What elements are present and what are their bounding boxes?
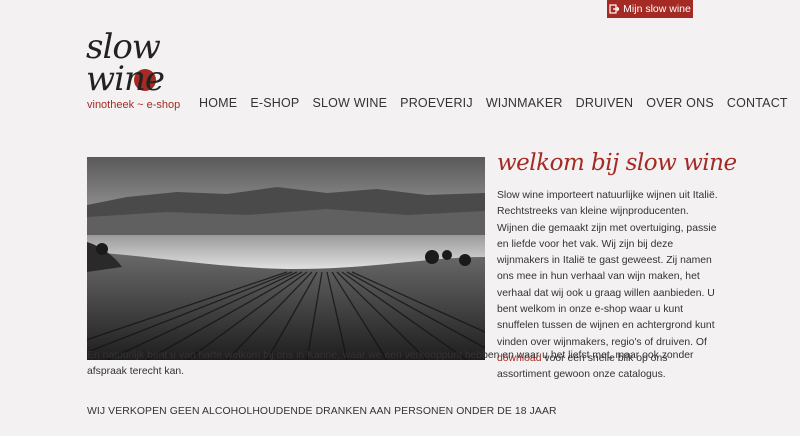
vineyard-hero-image bbox=[87, 157, 485, 360]
nav-item-slow-wine[interactable]: SLOW WINE bbox=[312, 96, 387, 114]
nav-item-proeverij[interactable]: PROEVERIJ bbox=[400, 96, 473, 114]
main-navigation: HOME E-SHOP SLOW WINE PROEVERIJ WIJNMAKE… bbox=[199, 96, 788, 114]
nav-item-wijnmaker[interactable]: WIJNMAKER bbox=[486, 96, 563, 114]
nav-item-druiven[interactable]: DRUIVEN bbox=[576, 96, 634, 114]
welcome-heading: welkom bij slow wine bbox=[497, 150, 737, 176]
age-notice: WIJ VERKOPEN GEEN ALCOHOLHOUDENDE DRANKE… bbox=[87, 406, 557, 417]
my-account-button[interactable]: Mijn slow wine bbox=[607, 0, 693, 18]
login-icon bbox=[609, 4, 621, 14]
visit-paragraph: En natuurlijk bent u van harte welkom bi… bbox=[87, 350, 694, 377]
nav-item-over-ons[interactable]: OVER ONS bbox=[646, 96, 714, 114]
nav-item-contact[interactable]: CONTACT bbox=[727, 96, 788, 114]
logo-word-wine: wine bbox=[86, 59, 165, 99]
intro-text: Slow wine importeert natuurlijke wijnen … bbox=[497, 190, 718, 348]
brand-tagline: vinotheek ~ e-shop bbox=[87, 99, 181, 111]
nav-item-home[interactable]: HOME bbox=[199, 96, 237, 114]
nav-item-eshop[interactable]: E-SHOP bbox=[250, 96, 299, 114]
my-account-label: Mijn slow wine bbox=[623, 3, 691, 15]
